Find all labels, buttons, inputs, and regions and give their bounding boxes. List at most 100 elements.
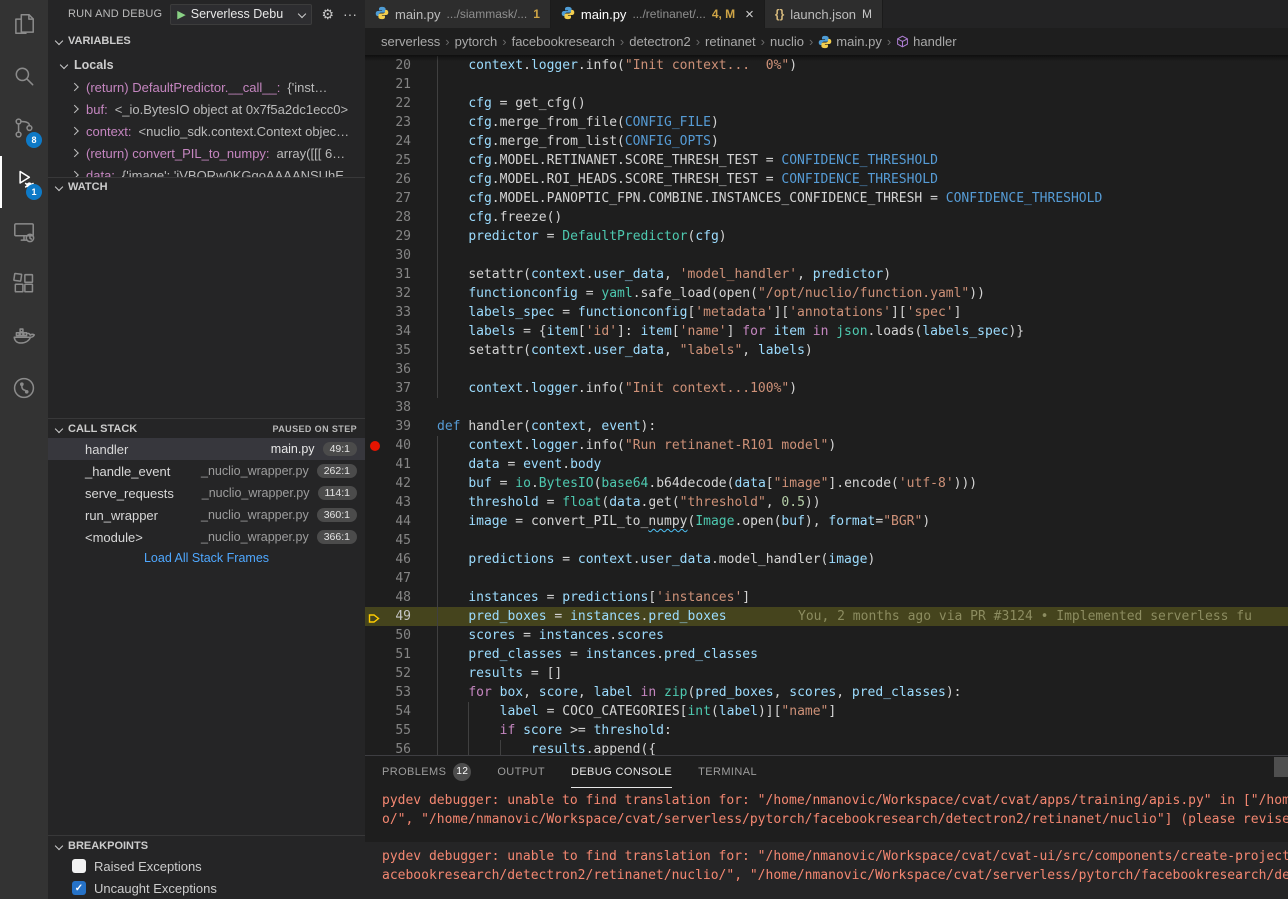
gutter-margin[interactable] bbox=[365, 740, 387, 755]
code-line-25[interactable]: 25 cfg.MODEL.RETINANET.SCORE_THRESH_TEST… bbox=[365, 151, 1288, 170]
load-all-stack-frames-link[interactable]: Load All Stack Frames bbox=[48, 548, 365, 568]
variable-row[interactable]: data:{'image': 'iVBORw0KGgoAAAANSUhE… 55 bbox=[48, 164, 365, 177]
debug-config-dropdown[interactable]: ▶ Serverless Debu bbox=[170, 4, 312, 25]
gutter-margin[interactable] bbox=[365, 94, 387, 113]
gutter-margin[interactable] bbox=[365, 702, 387, 721]
code-line-26[interactable]: 26 cfg.MODEL.ROI_HEADS.SCORE_THRESH_TEST… bbox=[365, 170, 1288, 189]
code-line-39[interactable]: 39def handler(context, event): bbox=[365, 417, 1288, 436]
checkbox-unchecked[interactable] bbox=[72, 859, 86, 873]
panel-tab-problems[interactable]: PROBLEMS12 bbox=[382, 756, 471, 788]
code-line-30[interactable]: 30 bbox=[365, 246, 1288, 265]
code-line-32[interactable]: 32 functionconfig = yaml.safe_load(open(… bbox=[365, 284, 1288, 303]
activity-item-run-and-debug[interactable]: 1 bbox=[0, 156, 48, 208]
code-line-51[interactable]: 51 pred_classes = instances.pred_classes bbox=[365, 645, 1288, 664]
breadcrumb-item-facebookresearch[interactable]: facebookresearch bbox=[512, 34, 615, 49]
code-line-56[interactable]: 56 results.append({ bbox=[365, 740, 1288, 755]
code-editor[interactable]: 20 context.logger.info("Init context... … bbox=[365, 55, 1288, 755]
gutter-margin[interactable] bbox=[365, 303, 387, 322]
close-icon[interactable]: × bbox=[745, 6, 754, 23]
gutter-margin[interactable] bbox=[365, 265, 387, 284]
breadcrumb-item-retinanet[interactable]: retinanet bbox=[705, 34, 756, 49]
code-line-52[interactable]: 52 results = [] bbox=[365, 664, 1288, 683]
code-line-40[interactable]: 40 context.logger.info("Run retinanet-R1… bbox=[365, 436, 1288, 455]
code-line-48[interactable]: 48 instances = predictions['instances'] bbox=[365, 588, 1288, 607]
breakpoint-option[interactable]: Raised Exceptions bbox=[48, 855, 365, 877]
breadcrumb-item-serverless[interactable]: serverless bbox=[381, 34, 440, 49]
start-debug-icon[interactable]: ▶ bbox=[177, 8, 185, 21]
gutter-margin[interactable] bbox=[365, 626, 387, 645]
breakpoint-option[interactable]: ✓Uncaught Exceptions bbox=[48, 877, 365, 899]
code-line-44[interactable]: 44 image = convert_PIL_to_numpy(Image.op… bbox=[365, 512, 1288, 531]
code-line-36[interactable]: 36 bbox=[365, 360, 1288, 379]
stack-frame-_handle_event[interactable]: _handle_event_nuclio_wrapper.py262:1 bbox=[48, 460, 365, 482]
code-line-46[interactable]: 46 predictions = context.user_data.model… bbox=[365, 550, 1288, 569]
scope-locals[interactable]: Locals bbox=[48, 54, 365, 76]
gutter-margin[interactable] bbox=[365, 360, 387, 379]
code-line-23[interactable]: 23 cfg.merge_from_file(CONFIG_FILE) bbox=[365, 113, 1288, 132]
code-line-34[interactable]: 34 labels = {item['id']: item['name'] fo… bbox=[365, 322, 1288, 341]
code-line-21[interactable]: 21 bbox=[365, 75, 1288, 94]
breakpoint-icon[interactable] bbox=[370, 441, 380, 451]
code-line-38[interactable]: 38 bbox=[365, 398, 1288, 417]
breadcrumb-item-main.py[interactable]: main.py bbox=[818, 34, 882, 49]
code-line-42[interactable]: 42 buf = io.BytesIO(base64.b64decode(dat… bbox=[365, 474, 1288, 493]
code-line-50[interactable]: 50 scores = instances.scores bbox=[365, 626, 1288, 645]
code-line-37[interactable]: 37 context.logger.info("Init context...1… bbox=[365, 379, 1288, 398]
gutter-margin[interactable] bbox=[365, 664, 387, 683]
gutter-margin[interactable] bbox=[365, 379, 387, 398]
call-stack-header[interactable]: CALL STACK PAUSED ON STEP bbox=[48, 418, 365, 438]
gutter-margin[interactable] bbox=[365, 436, 387, 455]
gutter-margin[interactable] bbox=[365, 322, 387, 341]
code-line-27[interactable]: 27 cfg.MODEL.PANOPTIC_FPN.COMBINE.INSTAN… bbox=[365, 189, 1288, 208]
panel-scrollbar[interactable] bbox=[1274, 757, 1288, 777]
code-line-47[interactable]: 47 bbox=[365, 569, 1288, 588]
stack-frame-module[interactable]: <module>_nuclio_wrapper.py366:1 bbox=[48, 526, 365, 548]
code-line-55[interactable]: 55 if score >= threshold: bbox=[365, 721, 1288, 740]
tab-launch.json-2[interactable]: {}launch.jsonM bbox=[765, 0, 883, 28]
code-line-54[interactable]: 54 label = COCO_CATEGORIES[int(label)]["… bbox=[365, 702, 1288, 721]
activity-item-explorer[interactable] bbox=[0, 0, 48, 52]
gutter-margin[interactable] bbox=[365, 246, 387, 265]
code-line-45[interactable]: 45 bbox=[365, 531, 1288, 550]
stack-frame-run_wrapper[interactable]: run_wrapper_nuclio_wrapper.py360:1 bbox=[48, 504, 365, 526]
gutter-margin[interactable] bbox=[365, 341, 387, 360]
gutter-margin[interactable] bbox=[365, 417, 387, 436]
gutter-margin[interactable] bbox=[365, 455, 387, 474]
gutter-margin[interactable] bbox=[365, 474, 387, 493]
gutter-margin[interactable] bbox=[365, 721, 387, 740]
code-line-22[interactable]: 22 cfg = get_cfg() bbox=[365, 94, 1288, 113]
gutter-margin[interactable] bbox=[365, 284, 387, 303]
variable-row[interactable]: (return) convert_PIL_to_numpy:array([[[ … bbox=[48, 142, 365, 164]
breadcrumb-item-detectron2[interactable]: detectron2 bbox=[629, 34, 690, 49]
panel-tab-output[interactable]: OUTPUT bbox=[497, 756, 545, 788]
tab-main.py-1[interactable]: main.py.../retinanet/...4, M× bbox=[551, 0, 765, 28]
variables-header[interactable]: VARIABLES bbox=[48, 28, 365, 54]
code-line-49[interactable]: 49 pred_boxes = instances.pred_boxesYou,… bbox=[365, 607, 1288, 626]
panel-tab-debug-console[interactable]: DEBUG CONSOLE bbox=[571, 756, 672, 788]
breadcrumb-item-pytorch[interactable]: pytorch bbox=[455, 34, 498, 49]
gutter-margin[interactable] bbox=[365, 151, 387, 170]
gutter-margin[interactable] bbox=[365, 398, 387, 417]
gutter-margin[interactable] bbox=[365, 512, 387, 531]
gutter-margin[interactable] bbox=[365, 645, 387, 664]
gutter-margin[interactable] bbox=[365, 208, 387, 227]
code-line-35[interactable]: 35 setattr(context.user_data, "labels", … bbox=[365, 341, 1288, 360]
code-line-43[interactable]: 43 threshold = float(data.get("threshold… bbox=[365, 493, 1288, 512]
code-line-53[interactable]: 53 for box, score, label in zip(pred_box… bbox=[365, 683, 1288, 702]
activity-item-remote-explorer[interactable] bbox=[0, 208, 48, 260]
activity-item-source-control[interactable]: 8 bbox=[0, 104, 48, 156]
gutter-margin[interactable] bbox=[365, 531, 387, 550]
activity-item-search[interactable] bbox=[0, 52, 48, 104]
checkbox-checked[interactable]: ✓ bbox=[72, 881, 86, 895]
gutter-margin[interactable] bbox=[365, 683, 387, 702]
code-line-33[interactable]: 33 labels_spec = functionconfig['metadat… bbox=[365, 303, 1288, 322]
gutter-margin[interactable] bbox=[365, 493, 387, 512]
activity-item-docker[interactable] bbox=[0, 312, 48, 364]
gutter-margin[interactable] bbox=[365, 113, 387, 132]
variable-row[interactable]: context:<nuclio_sdk.context.Context obje… bbox=[48, 120, 365, 142]
gutter-margin[interactable] bbox=[365, 189, 387, 208]
tab-main.py-0[interactable]: main.py.../siammask/...1 bbox=[365, 0, 551, 28]
code-line-41[interactable]: 41 data = event.body bbox=[365, 455, 1288, 474]
gutter-margin[interactable] bbox=[365, 170, 387, 189]
breakpoints-header[interactable]: BREAKPOINTS bbox=[48, 835, 365, 855]
